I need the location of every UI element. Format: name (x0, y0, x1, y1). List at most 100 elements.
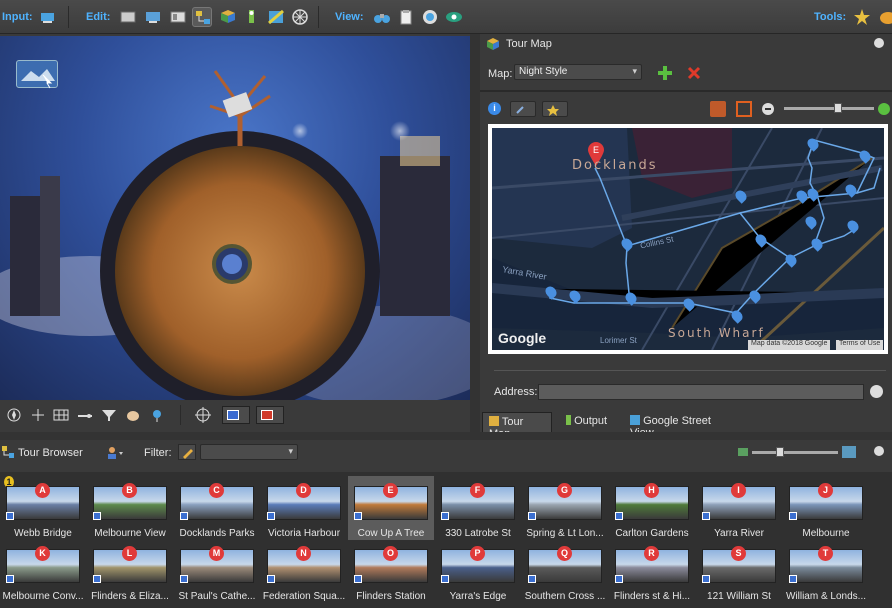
thumbnail-item[interactable]: Q Southern Cross ... (522, 539, 608, 603)
map-icon[interactable] (218, 7, 238, 27)
color-picker-red[interactable] (256, 406, 284, 424)
thumbnail-caption: Flinders st & Hi... (613, 591, 691, 602)
import-icon[interactable] (38, 7, 58, 27)
thumbnail-letter-badge: H (644, 483, 659, 498)
geo-icon[interactable] (266, 7, 286, 27)
thumbnail-item[interactable]: L Flinders & Eliza... (87, 539, 173, 603)
tour-browser: 1 A Webb Bridge B Melbourne View C Docklands … (0, 472, 892, 608)
thumbnail-item[interactable]: R Flinders st & Hi... (609, 539, 695, 603)
color-picker-blue[interactable] (222, 406, 250, 424)
large-thumb-icon[interactable] (842, 446, 856, 458)
panel-close-icon[interactable] (874, 38, 884, 48)
view-label: View: (335, 11, 364, 23)
filter-label: Filter: (144, 447, 172, 459)
link-icon[interactable] (192, 7, 212, 27)
thumbnail-item[interactable]: D Victoria Harbour (261, 476, 347, 540)
filter-pencil-icon[interactable] (178, 444, 196, 460)
hotspot-icon[interactable] (118, 7, 138, 27)
thumbnail-item[interactable]: B Melbourne View (87, 476, 173, 540)
filter-input[interactable]: ▾ (200, 444, 298, 460)
grid-icon[interactable] (52, 407, 70, 423)
user-filter-icon[interactable] (106, 445, 124, 461)
level-icon[interactable] (76, 407, 94, 423)
pin-marker-icon[interactable] (710, 101, 726, 117)
thumbnail-letter-badge: A (35, 483, 50, 498)
thumbnail-caption: Melbourne View (94, 528, 166, 539)
fit-bounds-icon[interactable] (736, 101, 752, 117)
panel-icon[interactable] (168, 7, 188, 27)
crosshair-icon[interactable] (30, 407, 46, 423)
funnel-icon[interactable] (100, 407, 118, 423)
google-map[interactable]: E Docklands South Wharf Yarra River Coll… (492, 128, 884, 350)
thumbnail-letter-badge: F (470, 483, 485, 498)
thumbnail-item[interactable]: S 121 William St (696, 539, 782, 603)
small-thumb-icon[interactable] (738, 448, 748, 456)
zoom-slider[interactable] (784, 103, 874, 113)
panel-title: Tour Map (506, 38, 552, 50)
screen-icon[interactable] (143, 7, 163, 27)
preview-icon[interactable] (420, 7, 440, 27)
thumbnail-caption: Yarra's Edge (449, 591, 507, 602)
info-icon[interactable]: i (488, 102, 501, 115)
divider (480, 90, 892, 92)
thumbnail-item[interactable]: K Melbourne Conv... (0, 539, 86, 603)
tab-tour-map[interactable]: Tour Map (482, 412, 552, 440)
thumbnail-item[interactable]: E Cow Up A Tree (348, 476, 434, 540)
panorama-type-icon (180, 575, 188, 583)
thumbnail-item[interactable]: P Yarra's Edge (435, 539, 521, 603)
tools-label: Tools: (814, 11, 847, 23)
input-label: Input: (2, 11, 33, 23)
thumbnail-caption: Melbourne (802, 528, 850, 539)
binoculars-icon[interactable] (372, 7, 392, 27)
browser-close-icon[interactable] (874, 446, 884, 456)
hand-icon[interactable] (124, 407, 142, 423)
address-input[interactable] (538, 384, 864, 400)
thumbnail-item[interactable]: H Carlton Gardens (609, 476, 695, 540)
vertical-splitter[interactable] (470, 34, 480, 432)
tour-map-panel: Tour Map Map: Night Style ▾ i E Dockland… (480, 34, 892, 440)
settings-icon[interactable] (876, 7, 892, 27)
panorama-type-icon (528, 575, 536, 583)
map-style-select[interactable]: Night Style ▾ (514, 64, 642, 80)
thumbnail-item[interactable]: I Yarra River (696, 476, 782, 540)
thumbnail-item[interactable]: N Federation Squa... (261, 539, 347, 603)
edit-label: Edit: (86, 11, 111, 23)
thumbnail-item[interactable]: T William & Londs... (783, 539, 869, 603)
thumbnail-item[interactable]: J Melbourne (783, 476, 869, 540)
thumbnail-item[interactable]: O Flinders Station (348, 539, 434, 603)
thumbnail-item[interactable]: G Spring & Lt Lon... (522, 476, 608, 540)
gps-icon[interactable] (242, 7, 262, 27)
remove-map-icon[interactable] (686, 65, 702, 81)
thumbnail-caption: Melbourne Conv... (2, 591, 84, 602)
terms-link[interactable]: Terms of Use (836, 340, 884, 350)
panorama-viewer[interactable] (0, 36, 470, 400)
thumbnail-item[interactable]: C Docklands Parks (174, 476, 260, 540)
add-map-icon[interactable] (656, 64, 674, 82)
thumbnail-item[interactable]: A Webb Bridge (0, 476, 86, 540)
thumbnail-size-slider[interactable] (752, 447, 838, 457)
thumbnail-item[interactable]: F 330 Latrobe St (435, 476, 521, 540)
compass-icon[interactable] (6, 407, 22, 423)
thumbnail-caption: 330 Latrobe St (445, 528, 511, 539)
map-panel-icon (486, 37, 500, 51)
thumbnail-letter-badge: T (818, 546, 833, 561)
marker-tool-button[interactable] (542, 101, 568, 117)
thumbnail-item[interactable]: M St Paul's Cathe... (174, 539, 260, 603)
clipboard-icon[interactable] (396, 7, 416, 27)
panorama-type-icon (789, 575, 797, 583)
target-icon[interactable] (194, 406, 212, 424)
link-tool-button[interactable] (510, 101, 536, 117)
wheel-icon[interactable] (290, 7, 310, 27)
browser-title: Tour Browser (18, 447, 83, 459)
zoom-in-icon[interactable] (878, 103, 890, 115)
horizontal-splitter[interactable] (0, 432, 892, 440)
address-search-icon[interactable] (870, 385, 883, 398)
magic-icon[interactable] (852, 7, 872, 27)
panorama-thumbnail-icon[interactable] (16, 60, 58, 89)
pin-icon[interactable] (148, 407, 166, 423)
zoom-out-icon[interactable] (762, 103, 774, 115)
browser-icon (2, 446, 14, 458)
tab-output[interactable]: Output (560, 412, 618, 432)
tab-google-street-view[interactable]: Google Street View (624, 412, 736, 439)
eye-icon[interactable] (444, 7, 464, 27)
